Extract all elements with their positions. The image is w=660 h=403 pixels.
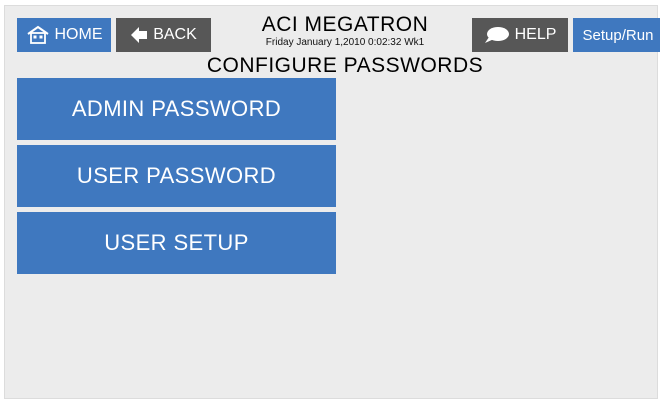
page-title: CONFIGURE PASSWORDS — [206, 54, 484, 77]
help-button[interactable]: HELP — [472, 18, 568, 52]
home-icon — [26, 25, 50, 45]
back-arrow-icon — [130, 25, 148, 45]
help-label: HELP — [514, 26, 557, 43]
user-setup-label: USER SETUP — [104, 230, 249, 255]
admin-password-label: ADMIN PASSWORD — [71, 96, 282, 121]
app-title: ACI MEGATRON — [261, 13, 429, 36]
password-menu: ADMIN PASSWORD USER PASSWORD USER SETUP — [17, 78, 336, 279]
date-time-readout: Friday January 1,2010 0:02:32 Wk1 — [265, 37, 425, 48]
user-password-label: USER PASSWORD — [76, 163, 277, 188]
back-label: BACK — [153, 26, 197, 43]
setup-run-button[interactable]: Setup/Run — [573, 18, 660, 52]
screen: HOME BACK ACI MEGATRON Friday January 1,… — [5, 6, 660, 398]
back-button[interactable]: BACK — [116, 18, 211, 52]
speech-bubble-icon — [484, 25, 510, 45]
home-label: HOME — [54, 26, 103, 43]
user-setup-button[interactable]: USER SETUP — [17, 212, 336, 274]
user-password-button[interactable]: USER PASSWORD — [17, 145, 336, 207]
admin-password-button[interactable]: ADMIN PASSWORD — [17, 78, 336, 140]
setup-run-label: Setup/Run — [582, 26, 654, 44]
home-button[interactable]: HOME — [17, 18, 111, 52]
